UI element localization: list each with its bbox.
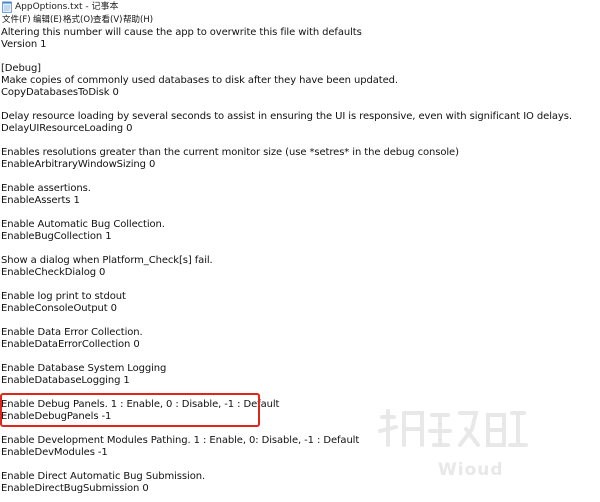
text-line: Enable Direct Automatic Bug Submission. — [1, 471, 206, 482]
text-line: Enable Automatic Bug Collection. — [1, 219, 165, 230]
text-line: Show a dialog when Platform_Check[s] fai… — [1, 255, 213, 266]
text-line: EnableCheckDialog 0 — [1, 267, 106, 278]
text-line: [Debug] — [1, 63, 41, 74]
text-line: EnableBugCollection 1 — [1, 231, 112, 242]
text-line: Enable assertions. — [1, 183, 91, 194]
menu-bar: 文件(F) 编辑(E) 格式(O) 查看(V) 帮助(H) — [0, 14, 600, 27]
window-title: AppOptions.txt - 记事本 — [15, 2, 119, 12]
text-line: EnableDataErrorCollection 0 — [1, 339, 140, 350]
notepad-icon — [2, 1, 12, 13]
text-line: Enable log print to stdout — [1, 291, 126, 302]
text-line: Enables resolutions greater than the cur… — [1, 147, 459, 158]
text-line: EnableDevModules -1 — [1, 447, 108, 458]
text-line: EnableAsserts 1 — [1, 195, 80, 206]
watermark-text: Wioud — [438, 460, 504, 480]
title-bar: AppOptions.txt - 记事本 — [0, 0, 600, 14]
highlight-box — [0, 393, 260, 427]
menu-view[interactable]: 查看(V) — [93, 15, 122, 26]
text-line: Delay resource loading by several second… — [1, 111, 572, 122]
menu-format[interactable]: 格式(O) — [63, 15, 93, 26]
text-line: EnableDatabaseLogging 1 — [1, 375, 130, 386]
menu-edit[interactable]: 编辑(E) — [33, 15, 62, 26]
text-line: DelayUIResourceLoading 0 — [1, 123, 133, 134]
text-line: Make copies of commonly used databases t… — [1, 75, 398, 86]
menu-help[interactable]: 帮助(H) — [123, 15, 153, 26]
text-line: Enable Database System Logging — [1, 363, 167, 374]
text-line: EnableArbitraryWindowSizing 0 — [1, 159, 156, 170]
menu-file[interactable]: 文件(F) — [2, 15, 31, 26]
text-line: Version 1 — [1, 39, 47, 50]
text-line: Altering this number will cause the app … — [1, 27, 362, 38]
text-line: Enable Development Modules Pathing. 1 : … — [1, 435, 360, 446]
text-line: Enable Data Error Collection. — [1, 327, 143, 338]
text-line: CopyDatabasesToDisk 0 — [1, 87, 119, 98]
text-line: EnableConsoleOutput 0 — [1, 303, 117, 314]
text-line: EnableDirectBugSubmission 0 — [1, 483, 149, 494]
